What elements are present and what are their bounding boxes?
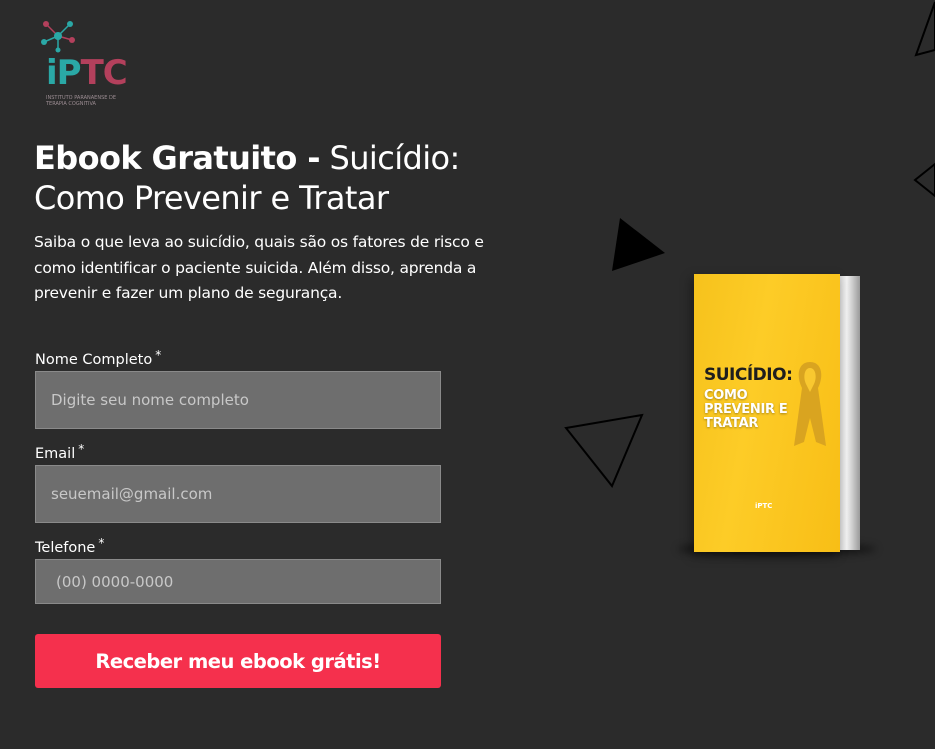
email-required-mark: * [78,442,85,456]
page-description: Saiba o que leva ao suicídio, quais são … [34,233,484,302]
phone-label-text: Telefone [35,540,96,556]
phone-label: Telefone * [35,536,104,556]
iptc-logo[interactable]: iPTC INSTITUTO PARANAENSE DE TERAPIA COG… [38,18,128,113]
logo-wordmark-ip: iP [46,53,82,93]
book-subtitle: COMO PREVENIR E TRATAR [704,388,788,431]
outline-triangle-right-edge [913,162,935,198]
name-required-mark: * [155,348,162,362]
outline-triangle-large [564,413,644,488]
name-label: Nome Completo * [35,348,161,368]
network-molecule-icon [41,21,75,53]
submit-button[interactable]: Receber meu ebook grátis! [35,634,441,688]
page-title: Ebook Gratuito - Suicídio: Como Prevenir… [34,138,514,218]
title-bold: Ebook Gratuito - [34,139,321,177]
name-label-text: Nome Completo [35,352,153,368]
solid-triangle [612,218,665,271]
email-label-text: Email [35,446,76,462]
logo-subtitle: INSTITUTO PARANAENSE DE TERAPIA COGNITIV… [46,95,117,107]
email-input[interactable] [35,465,441,523]
book-logo: iPTC [755,502,773,510]
book-pages [838,276,860,550]
landing-page: iPTC INSTITUTO PARANAENSE DE TERAPIA COG… [0,0,935,749]
logo-wordmark-tc: TC [80,53,128,93]
awareness-ribbon-icon [794,362,826,446]
outline-triangle-top-right [914,1,935,57]
phone-required-mark: * [98,536,105,550]
phone-input[interactable] [35,559,441,604]
ebook-cover-image: SUICÍDIO: COMO PREVENIR E TRATAR iPTC [676,270,876,560]
name-input[interactable] [35,371,441,429]
logo-wordmark: iPTC [46,53,128,93]
email-label: Email * [35,442,84,462]
